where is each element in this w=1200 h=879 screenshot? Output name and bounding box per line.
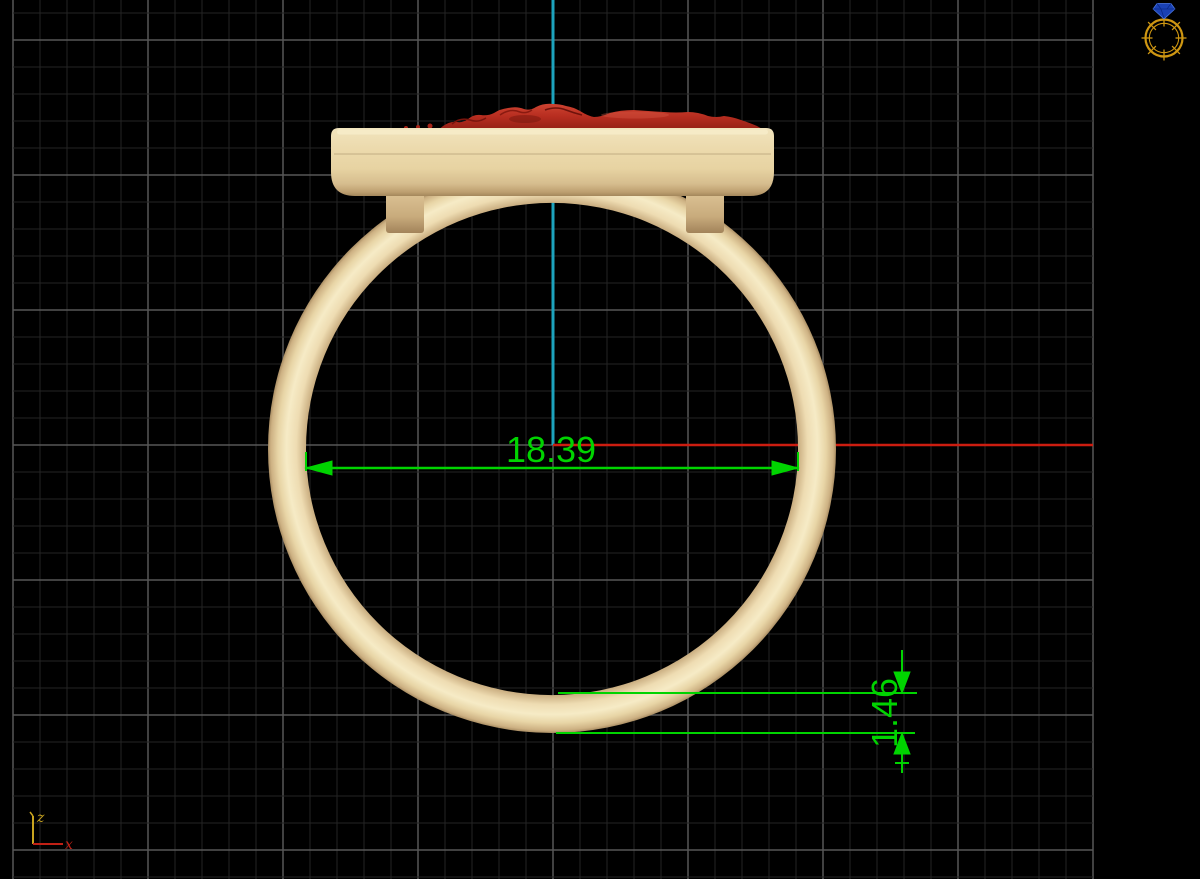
bezel-seat-tab-left	[386, 190, 424, 233]
ring-with-diamond-icon	[1141, 3, 1187, 61]
diamond-icon	[1152, 3, 1176, 20]
inner-diameter-value[interactable]: 18.39	[506, 429, 596, 470]
bezel-seat-tab-right	[686, 190, 724, 233]
red-carved-stone[interactable]	[404, 103, 764, 132]
axis-indicator-x-label: x	[65, 837, 73, 853]
axis-indicator-z-hook	[29, 811, 34, 817]
arrow-right	[771, 460, 800, 476]
axis-indicator-z-label: z	[36, 810, 45, 826]
ring-bezel[interactable]	[331, 128, 774, 196]
band-thickness-value[interactable]: 1.46	[864, 678, 905, 748]
app-logo	[1141, 3, 1187, 61]
cad-viewport[interactable]: 18.39 1.46 z x	[0, 0, 1200, 879]
